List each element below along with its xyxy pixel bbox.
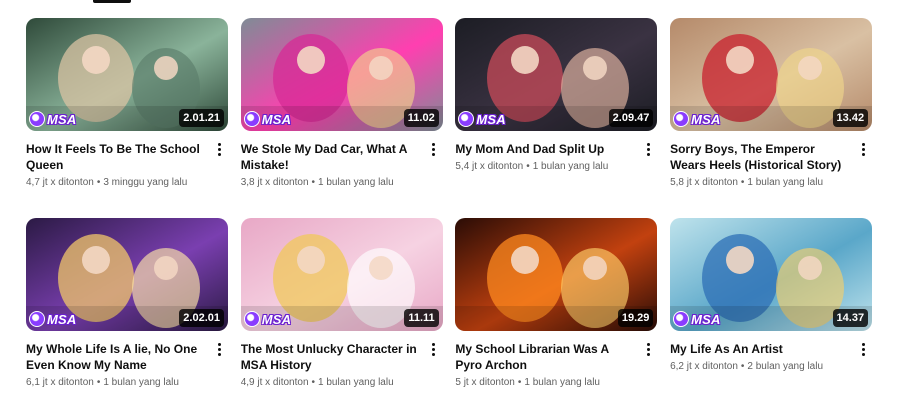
channel-watermark: MSA <box>243 311 292 327</box>
video-card[interactable]: MSA 2.09.47 My Mom And Dad Split Up 5,4 … <box>455 18 658 218</box>
tab-active-indicator <box>93 0 131 3</box>
watermark-text: MSA <box>691 311 721 327</box>
view-count: 5,4 jt x ditonton <box>455 161 524 172</box>
video-thumbnail[interactable]: MSA 13.42 <box>670 18 873 131</box>
video-stats: 6,1 jt x ditonton • 1 bulan yang lalu <box>26 375 206 391</box>
stats-separator: • <box>311 377 316 388</box>
video-stats: 4,9 jt x ditonton • 1 bulan yang lalu <box>241 375 421 391</box>
stats-separator: • <box>96 177 101 188</box>
upload-age: 1 bulan yang lalu <box>103 377 179 388</box>
duration-badge: 19.29 <box>617 309 654 327</box>
upload-age: 1 bulan yang lalu <box>318 177 394 188</box>
duration-badge: 13.42 <box>832 109 869 127</box>
msa-logo-icon <box>29 311 45 327</box>
channel-watermark: MSA <box>673 311 721 327</box>
watermark-text: MSA <box>691 111 721 127</box>
msa-logo-icon <box>458 111 475 127</box>
video-card[interactable]: MSA 13.42 Sorry Boys, The Emperor Wears … <box>670 18 873 218</box>
video-thumbnail[interactable]: MSA 2.02.01 <box>26 218 228 331</box>
video-card[interactable]: MSA 2.01.21 How It Feels To Be The Schoo… <box>26 18 228 218</box>
more-actions-icon[interactable] <box>427 341 441 357</box>
video-title[interactable]: My School Librarian Was A Pyro Archon <box>455 341 635 373</box>
video-thumbnail[interactable]: MSA 11.11 <box>240 218 443 331</box>
video-thumbnail[interactable]: MSA 11.02 <box>240 18 443 131</box>
upload-age: 3 minggu yang lalu <box>103 177 188 188</box>
duration-badge: 14.37 <box>832 309 869 327</box>
more-actions-icon[interactable] <box>212 141 226 157</box>
video-card[interactable]: MSA 14.37 My Life As An Artist 6,2 jt x … <box>670 218 873 418</box>
upload-age: 1 bulan yang lalu <box>532 161 609 172</box>
video-title[interactable]: Sorry Boys, The Emperor Wears Heels (His… <box>670 141 850 173</box>
stats-separator: • <box>517 377 522 388</box>
video-title[interactable]: We Stole My Dad Car, What A Mistake! <box>241 141 421 173</box>
video-stats: 6,2 jt x ditonton • 2 bulan yang lalu <box>670 359 850 375</box>
video-thumbnail[interactable]: 19.29 <box>455 218 658 331</box>
more-actions-icon[interactable] <box>212 341 226 357</box>
stats-separator: • <box>526 161 530 172</box>
watermark-text: MSA <box>261 111 292 127</box>
view-count: 6,2 jt x ditonton <box>670 361 738 372</box>
video-card[interactable]: MSA 2.02.01 My Whole Life Is A lie, No O… <box>26 218 228 418</box>
view-count: 4,7 jt x ditonton <box>26 177 94 188</box>
video-title[interactable]: How It Feels To Be The School Queen <box>26 141 206 173</box>
video-thumbnail[interactable]: MSA 14.37 <box>670 218 873 331</box>
view-count: 5,8 jt x ditonton <box>670 177 738 188</box>
video-card[interactable]: MSA 11.11 The Most Unlucky Character in … <box>240 218 443 418</box>
watermark-text: MSA <box>261 311 292 327</box>
msa-logo-icon <box>673 111 690 127</box>
video-stats: 5,4 jt x ditonton • 1 bulan yang lalu <box>455 159 635 175</box>
stats-separator: • <box>311 177 316 188</box>
watermark-text: MSA <box>476 111 506 127</box>
view-count: 5 jt x ditonton <box>455 377 515 388</box>
stats-separator: • <box>96 377 101 388</box>
duration-badge: 11.11 <box>404 309 439 327</box>
msa-logo-icon <box>243 111 260 127</box>
duration-badge: 11.02 <box>403 109 439 127</box>
more-actions-icon[interactable] <box>641 341 655 357</box>
video-stats: 4,7 jt x ditonton • 3 minggu yang lalu <box>26 175 206 191</box>
video-title[interactable]: My Life As An Artist <box>670 341 850 357</box>
upload-age: 1 bulan yang lalu <box>524 377 600 388</box>
video-title[interactable]: The Most Unlucky Character in MSA Histor… <box>241 341 421 373</box>
video-title[interactable]: My Whole Life Is A lie, No One Even Know… <box>26 341 206 373</box>
video-grid: MSA 2.01.21 How It Feels To Be The Schoo… <box>26 18 873 418</box>
more-actions-icon[interactable] <box>856 341 870 357</box>
channel-watermark: MSA <box>458 111 506 127</box>
video-stats: 3,8 jt x ditonton • 1 bulan yang lalu <box>241 175 421 191</box>
stats-separator: • <box>740 177 745 188</box>
channel-watermark: MSA <box>29 311 77 327</box>
video-title[interactable]: My Mom And Dad Split Up <box>455 141 635 157</box>
stats-separator: • <box>740 361 745 372</box>
watermark-text: MSA <box>47 311 77 327</box>
more-actions-icon[interactable] <box>641 141 655 157</box>
duration-badge: 2.01.21 <box>179 109 224 127</box>
duration-badge: 2.09.47 <box>608 109 654 127</box>
upload-age: 2 bulan yang lalu <box>747 361 824 372</box>
video-thumbnail[interactable]: MSA 2.09.47 <box>455 18 658 131</box>
msa-logo-icon <box>243 311 260 327</box>
video-card[interactable]: MSA 11.02 We Stole My Dad Car, What A Mi… <box>240 18 443 218</box>
msa-logo-icon <box>673 311 690 327</box>
video-stats: 5 jt x ditonton • 1 bulan yang lalu <box>455 375 635 391</box>
more-actions-icon[interactable] <box>856 141 870 157</box>
more-actions-icon[interactable] <box>427 141 441 157</box>
video-card[interactable]: 19.29 My School Librarian Was A Pyro Arc… <box>455 218 658 418</box>
duration-badge: 2.02.01 <box>179 309 224 327</box>
msa-logo-icon <box>29 111 45 127</box>
channel-watermark: MSA <box>673 111 721 127</box>
video-thumbnail[interactable]: MSA 2.01.21 <box>26 18 228 131</box>
view-count: 6,1 jt x ditonton <box>26 377 94 388</box>
channel-watermark: MSA <box>29 111 77 127</box>
channel-watermark: MSA <box>243 111 292 127</box>
upload-age: 1 bulan yang lalu <box>747 177 824 188</box>
view-count: 4,9 jt x ditonton <box>240 377 309 388</box>
video-stats: 5,8 jt x ditonton • 1 bulan yang lalu <box>670 175 850 191</box>
upload-age: 1 bulan yang lalu <box>318 377 394 388</box>
view-count: 3,8 jt x ditonton <box>240 177 309 188</box>
watermark-text: MSA <box>47 111 77 127</box>
